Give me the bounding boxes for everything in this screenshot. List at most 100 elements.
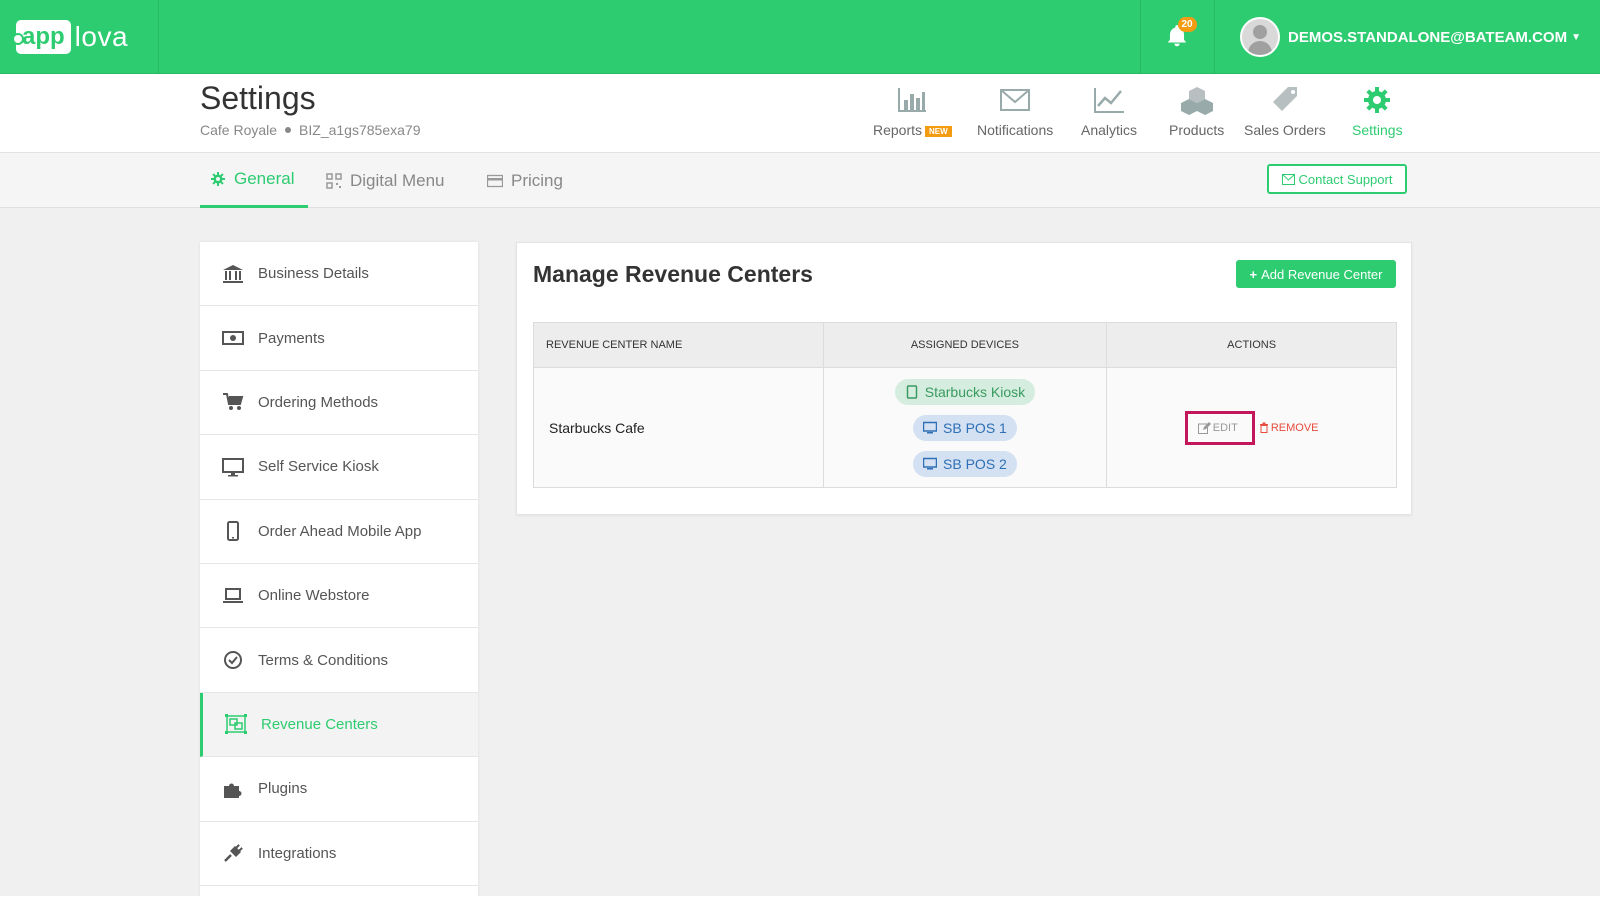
nav-notifications-label: Notifications <box>977 122 1054 138</box>
plug-icon <box>224 844 243 863</box>
nav-products[interactable]: Products <box>1169 84 1224 138</box>
nav-analytics[interactable]: Analytics <box>1081 84 1137 138</box>
edit-label: EDIT <box>1212 421 1238 434</box>
nav-analytics-label: Analytics <box>1081 122 1138 138</box>
separator-dot <box>285 127 292 133</box>
sidebar-item-label: Plugins <box>258 780 308 798</box>
remove-label: REMOVE <box>1270 421 1319 434</box>
nav-sales-orders[interactable]: Sales Orders <box>1244 84 1326 138</box>
bar-chart-icon <box>898 88 927 112</box>
revenue-centers-card: Manage Revenue Centers + Add Revenue Cen… <box>516 242 1412 515</box>
money-icon <box>222 331 244 346</box>
sidebar-item-online-webstore[interactable]: Online Webstore <box>200 564 478 629</box>
gear-icon <box>211 172 225 186</box>
sidebar-item-terms-conditions[interactable]: Terms & Conditions <box>200 628 478 693</box>
notification-count-badge: 20 <box>1177 17 1197 32</box>
sidebar-item-label: Integrations <box>258 844 337 862</box>
plus-icon: + <box>1249 266 1258 282</box>
notifications-button[interactable]: 20 <box>1140 0 1215 74</box>
settings-tabs: General Digital Menu Pricing Contact Sup… <box>0 153 1600 208</box>
settings-header: Settings Cafe Royale BIZ_a1gs785exa79 Rep… <box>0 74 1600 153</box>
sidebar-item-revenue-centers[interactable]: Revenue Centers <box>200 692 478 758</box>
device-pill[interactable]: SB POS 1 <box>913 414 1017 441</box>
tab-pricing-label: Pricing <box>511 170 563 190</box>
column-header-name: REVENUE CENTER NAME <box>533 322 824 368</box>
sidebar-item-self-service-kiosk[interactable]: Self Service Kiosk <box>200 435 478 500</box>
sidebar-item-label: Self Service Kiosk <box>258 458 379 476</box>
logo-text: lova <box>74 21 129 52</box>
tab-digital-menu[interactable]: Digital Menu <box>326 153 445 208</box>
sidebar-item-label: Online Webstore <box>258 587 370 605</box>
avatar <box>1240 17 1280 57</box>
top-bar: app lova 20 DEMOS.STANDALONE@BATEAM.COM … <box>0 0 1600 74</box>
remove-button[interactable]: REMOVE <box>1259 422 1319 434</box>
sidebar-item-label: Order Ahead Mobile App <box>258 522 422 540</box>
tab-general-label: General <box>234 169 295 188</box>
applova-logo[interactable]: app lova <box>0 0 159 74</box>
sidebar-item-plugins[interactable]: Plugins <box>200 757 478 822</box>
tab-pricing[interactable]: Pricing <box>487 153 563 208</box>
sidebar-item-label: Payments <box>258 329 325 347</box>
sidebar-item-label: Terms & Conditions <box>258 651 389 669</box>
device-name: SB POS 1 <box>943 419 1007 436</box>
actions-cell: EDIT REMOVE <box>1106 367 1397 488</box>
tab-digital-menu-label: Digital Menu <box>350 170 445 190</box>
tag-icon <box>1272 87 1297 111</box>
nav-reports-label: Reports <box>873 122 923 138</box>
page-title: Settings <box>200 80 316 116</box>
add-revenue-center-button[interactable]: + Add Revenue Center <box>1236 260 1396 288</box>
user-email: DEMOS.STANDALONE@BATEAM.COM <box>1288 28 1568 46</box>
column-header-devices: ASSIGNED DEVICES <box>822 322 1108 368</box>
revenue-centers-table: REVENUE CENTER NAME ASSIGNED DEVICES ACT… <box>533 322 1397 488</box>
card-title: Manage Revenue Centers <box>533 261 813 287</box>
cart-icon <box>223 393 244 411</box>
device-name: SB POS 2 <box>943 455 1007 472</box>
nav-notifications[interactable]: Notifications <box>977 84 1053 138</box>
assigned-devices-cell: Starbucks Kiosk SB POS 1 SB POS 2 <box>822 367 1108 488</box>
edit-icon <box>1197 421 1211 434</box>
business-subtitle: Cafe Royale BIZ_a1gs785exa79 <box>200 122 420 138</box>
sidebar-item-ordering-methods[interactable]: Ordering Methods <box>200 371 478 436</box>
business-name: Cafe Royale <box>200 122 278 138</box>
business-id: BIZ_a1gs785exa79 <box>299 122 421 138</box>
bell-icon: 20 <box>1164 17 1197 51</box>
logo-box: app <box>12 20 71 54</box>
device-pill[interactable]: SB POS 2 <box>913 450 1017 477</box>
tab-general[interactable]: General <box>200 153 309 208</box>
table-header-row: REVENUE CENTER NAME ASSIGNED DEVICES ACT… <box>533 322 1397 368</box>
tablet-icon <box>906 384 917 399</box>
monitor-icon <box>923 457 938 469</box>
envelope-icon <box>1000 89 1031 111</box>
sidebar-item-business-details[interactable]: Business Details <box>200 242 478 307</box>
new-badge: NEW <box>925 125 952 137</box>
chevron-down-icon: ▼ <box>1571 31 1581 43</box>
check-circle-icon <box>224 651 242 670</box>
trash-icon <box>1259 422 1268 433</box>
device-pill[interactable]: Starbucks Kiosk <box>894 378 1036 405</box>
settings-sidebar: Business Details Payments Ordering Metho… <box>200 242 478 900</box>
nav-reports[interactable]: Reports NEW <box>873 84 952 138</box>
user-menu[interactable]: DEMOS.STANDALONE@BATEAM.COM ▼ <box>1240 16 1581 58</box>
column-header-actions: ACTIONS <box>1106 322 1397 368</box>
nav-sales-orders-label: Sales Orders <box>1244 122 1326 138</box>
sidebar-item-order-ahead-mobile-app[interactable]: Order Ahead Mobile App <box>200 500 478 564</box>
envelope-icon <box>1281 173 1295 185</box>
add-revenue-center-label: Add Revenue Center <box>1261 266 1383 282</box>
contact-support-button[interactable]: Contact Support <box>1267 164 1407 194</box>
sidebar-item-label: Revenue Centers <box>261 715 378 733</box>
edit-button[interactable]: EDIT <box>1184 410 1255 445</box>
revenue-center-icon <box>225 714 247 735</box>
laptop-icon <box>223 587 243 603</box>
nav-settings[interactable]: Settings <box>1352 84 1403 138</box>
mobile-icon <box>227 521 239 542</box>
sidebar-item-integrations[interactable]: Integrations <box>200 822 478 886</box>
sidebar-item-payments[interactable]: Payments <box>200 306 478 371</box>
monitor-icon <box>222 457 244 477</box>
credit-card-icon <box>487 174 503 187</box>
qr-code-icon <box>326 172 342 189</box>
sidebar-item-label: Business Details <box>258 265 369 283</box>
cubes-icon <box>1180 87 1213 115</box>
gear-icon <box>1364 87 1391 113</box>
bottom-edge <box>0 896 1600 900</box>
monitor-icon <box>923 421 938 433</box>
